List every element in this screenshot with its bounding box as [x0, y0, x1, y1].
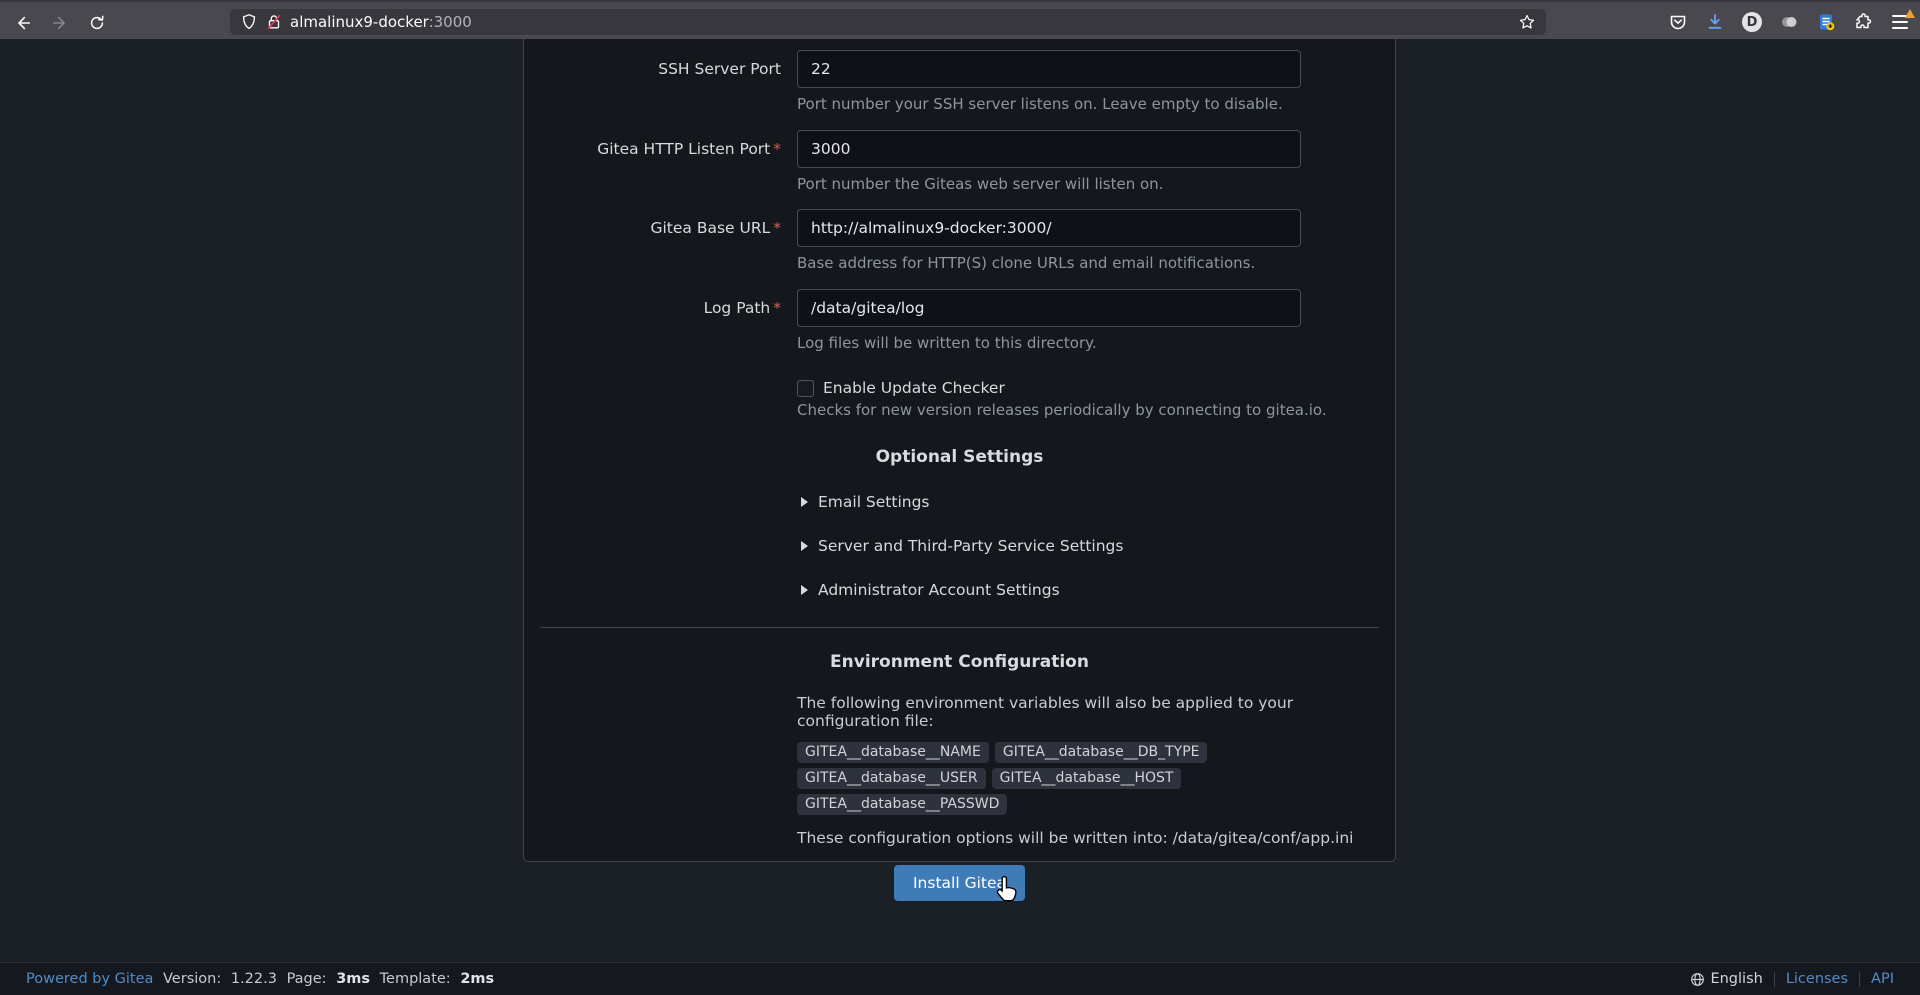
- url-text: almalinux9-docker:3000: [290, 13, 472, 31]
- email-settings-collapsible[interactable]: Email Settings: [801, 467, 1395, 511]
- url-port: :3000: [429, 13, 472, 31]
- forward-button[interactable]: [47, 10, 73, 36]
- extensions-puzzle-icon[interactable]: [1851, 10, 1875, 34]
- field-label: Gitea Base URL*: [524, 209, 797, 247]
- environment-configuration-heading: Environment Configuration: [524, 652, 1395, 672]
- pocket-icon[interactable]: [1666, 10, 1690, 34]
- env-variable-badge: GITEA__database__DB_TYPE: [995, 742, 1208, 763]
- page-time-label: Page:: [287, 971, 327, 987]
- collapse-arrow-icon: [801, 497, 808, 507]
- env-variable-badge: GITEA__database__USER: [797, 768, 986, 789]
- field-label: Gitea HTTP Listen Port*: [524, 130, 797, 168]
- bookmark-star-icon[interactable]: [1518, 13, 1536, 31]
- required-asterisk: *: [773, 299, 781, 317]
- env-variable-badge: GITEA__database__HOST: [992, 768, 1182, 789]
- field-base-url: Gitea Base URL* Base address for HTTP(S)…: [524, 209, 1395, 274]
- field-label: SSH Server Port: [524, 50, 797, 88]
- page-background: SSH Server Port Port number your SSH ser…: [0, 39, 1920, 962]
- log-path-input[interactable]: [797, 289, 1301, 327]
- install-form-panel: SSH Server Port Port number your SSH ser…: [523, 39, 1396, 862]
- insecure-lock-icon[interactable]: [265, 13, 283, 31]
- field-help-text: Port number the Giteas web server will l…: [797, 175, 1301, 195]
- field-http-listen-port: Gitea HTTP Listen Port* Port number the …: [524, 130, 1395, 195]
- collapsible-label: Server and Third-Party Service Settings: [818, 537, 1123, 555]
- collapse-arrow-icon: [801, 585, 808, 595]
- reload-button[interactable]: [84, 10, 110, 36]
- template-time-value: 2ms: [460, 971, 494, 987]
- footer-left: Powered by Gitea Version: 1.22.3 Page: 3…: [26, 971, 494, 987]
- globe-icon: [1690, 972, 1705, 987]
- containers-extension-icon[interactable]: [1777, 10, 1801, 34]
- environment-variable-badges: GITEA__database__NAME GITEA__database__D…: [797, 742, 1317, 815]
- url-bar[interactable]: almalinux9-docker:3000: [230, 9, 1546, 35]
- field-help-text: Base address for HTTP(S) clone URLs and …: [797, 254, 1301, 274]
- required-asterisk: *: [773, 140, 781, 158]
- gitea-footer: Powered by Gitea Version: 1.22.3 Page: 3…: [0, 962, 1920, 995]
- optional-settings-heading: Optional Settings: [524, 447, 1395, 467]
- toolbar-extensions: D: [1666, 9, 1912, 35]
- section-divider: [540, 627, 1379, 628]
- checkbox-label[interactable]: Enable Update Checker: [823, 379, 1005, 397]
- base-url-input[interactable]: [797, 209, 1301, 247]
- footer-right: English Licenses API: [1690, 971, 1894, 987]
- browser-toolbar: almalinux9-docker:3000 D: [0, 0, 1920, 39]
- server-third-party-collapsible[interactable]: Server and Third-Party Service Settings: [801, 511, 1395, 555]
- language-selector[interactable]: English: [1690, 971, 1762, 987]
- downloads-icon[interactable]: [1703, 10, 1727, 34]
- dark-reader-extension-icon[interactable]: D: [1740, 10, 1764, 34]
- field-label: Log Path*: [524, 289, 797, 327]
- ssh-server-port-input[interactable]: [797, 50, 1301, 88]
- field-ssh-server-port: SSH Server Port Port number your SSH ser…: [524, 50, 1395, 115]
- environment-intro-text: The following environment variables will…: [797, 694, 1395, 730]
- version-label: Version:: [163, 971, 221, 987]
- checkbox-help-text: Checks for new version releases periodic…: [797, 401, 1395, 419]
- required-asterisk: *: [773, 219, 781, 237]
- field-help-text: Port number your SSH server listens on. …: [797, 95, 1301, 115]
- footer-separator: [1859, 972, 1860, 987]
- url-host: almalinux9-docker: [290, 13, 429, 31]
- tracking-protection-shield-icon[interactable]: [240, 13, 258, 31]
- collapsible-label: Email Settings: [818, 493, 930, 511]
- install-gitea-button[interactable]: Install Gitea: [894, 865, 1025, 901]
- footer-separator: [1774, 972, 1775, 987]
- menu-hamburger-icon[interactable]: [1888, 10, 1912, 34]
- version-value: 1.22.3: [231, 971, 277, 987]
- template-time-label: Template:: [380, 971, 451, 987]
- licenses-link[interactable]: Licenses: [1786, 971, 1848, 987]
- document-download-extension-icon[interactable]: [1814, 10, 1838, 34]
- reload-icon: [88, 14, 106, 32]
- back-arrow-icon: [14, 14, 32, 32]
- field-help-text: Log files will be written to this direct…: [797, 334, 1301, 354]
- collapse-arrow-icon: [801, 541, 808, 551]
- update-available-badge: [1905, 9, 1915, 18]
- env-variable-badge: GITEA__database__NAME: [797, 742, 989, 763]
- admin-account-collapsible[interactable]: Administrator Account Settings: [801, 555, 1395, 599]
- update-checker-row: Enable Update Checker: [797, 379, 1395, 397]
- powered-by-gitea-link[interactable]: Powered by Gitea: [26, 971, 153, 987]
- language-label: English: [1710, 971, 1762, 987]
- http-listen-port-input[interactable]: [797, 130, 1301, 168]
- field-log-path: Log Path* Log files will be written to t…: [524, 289, 1395, 354]
- forward-arrow-icon: [51, 14, 69, 32]
- back-button[interactable]: [10, 10, 36, 36]
- page-time-value: 3ms: [336, 971, 370, 987]
- enable-update-checker-checkbox[interactable]: [797, 380, 814, 397]
- env-variable-badge: GITEA__database__PASSWD: [797, 794, 1007, 815]
- collapsible-label: Administrator Account Settings: [818, 581, 1060, 599]
- config-path-text: These configuration options will be writ…: [797, 829, 1395, 847]
- api-link[interactable]: API: [1871, 971, 1894, 987]
